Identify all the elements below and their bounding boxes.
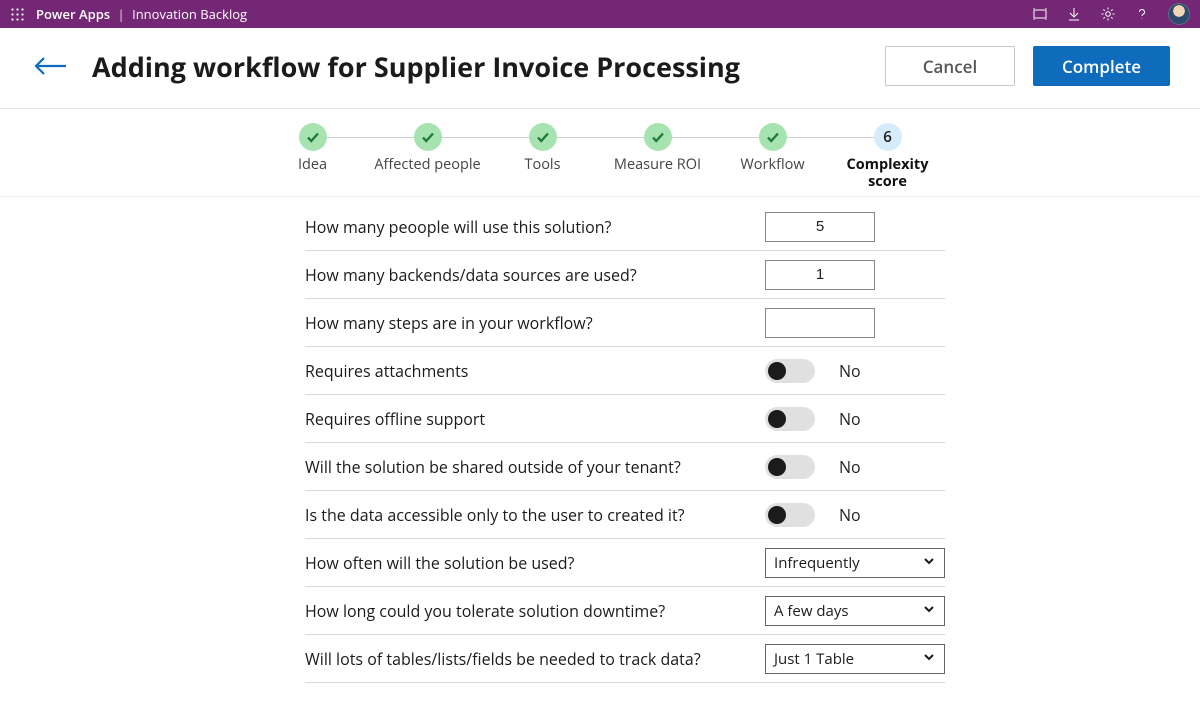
step-label: Tools [485, 157, 600, 174]
row-shared-outside: Will the solution be shared outside of y… [305, 443, 945, 491]
step-complexity-score[interactable]: 6 Complexity score [830, 123, 945, 190]
tables-select[interactable]: Just 1 Table [765, 644, 945, 674]
backends-input[interactable] [765, 260, 875, 290]
gear-icon[interactable] [1100, 6, 1116, 22]
header-actions: Cancel Complete [885, 46, 1170, 86]
app-topbar: Power Apps | Innovation Backlog [0, 0, 1200, 28]
question-label: Will lots of tables/lists/fields be need… [305, 648, 765, 670]
step-measure-roi[interactable]: Measure ROI [600, 123, 715, 190]
row-downtime: How long could you tolerate solution dow… [305, 587, 945, 635]
step-tools[interactable]: Tools [485, 123, 600, 190]
topbar-page-label: Innovation Backlog [132, 5, 247, 23]
topbar-app-name: Power Apps | Innovation Backlog [36, 5, 247, 23]
topbar-app-label: Power Apps [36, 5, 110, 23]
chevron-down-icon [922, 601, 936, 621]
row-private-data: Is the data accessible only to the user … [305, 491, 945, 539]
row-tables: Will lots of tables/lists/fields be need… [305, 635, 945, 683]
step-workflow[interactable]: Workflow [715, 123, 830, 190]
private-data-toggle[interactable] [765, 503, 815, 527]
toggle-value-label: No [839, 504, 861, 526]
check-icon [299, 123, 327, 151]
chevron-down-icon [922, 553, 936, 573]
toggle-value-label: No [839, 360, 861, 382]
downtime-select[interactable]: A few days [765, 596, 945, 626]
step-label: Workflow [715, 157, 830, 174]
question-label: How long could you tolerate solution dow… [305, 600, 765, 622]
check-icon [759, 123, 787, 151]
topbar-right [1032, 3, 1190, 25]
chevron-down-icon [922, 649, 936, 669]
steps-input[interactable] [765, 308, 875, 338]
offline-toggle[interactable] [765, 407, 815, 431]
question-label: How many backends/data sources are used? [305, 264, 765, 286]
row-backends: How many backends/data sources are used? [305, 251, 945, 299]
question-label: Is the data accessible only to the user … [305, 504, 765, 526]
back-arrow-icon[interactable] [30, 52, 70, 80]
cancel-button[interactable]: Cancel [885, 46, 1015, 86]
row-frequency: How often will the solution be used? Inf… [305, 539, 945, 587]
select-value: Just 1 Table [774, 649, 854, 669]
row-attachments: Requires attachments No [305, 347, 945, 395]
step-label: Complexity score [830, 157, 945, 190]
check-icon [529, 123, 557, 151]
frequency-select[interactable]: Infrequently [765, 548, 945, 578]
select-value: A few days [774, 601, 849, 621]
attachments-toggle[interactable] [765, 359, 815, 383]
avatar[interactable] [1168, 3, 1190, 25]
step-affected-people[interactable]: Affected people [370, 123, 485, 190]
step-label: Idea [255, 157, 370, 174]
topbar-separator: | [118, 5, 125, 23]
topbar-left: Power Apps | Innovation Backlog [10, 5, 247, 23]
question-label: Requires attachments [305, 360, 765, 382]
question-label: How often will the solution be used? [305, 552, 765, 574]
check-icon [644, 123, 672, 151]
page-header: Adding workflow for Supplier Invoice Pro… [0, 28, 1200, 109]
question-label: Requires offline support [305, 408, 765, 430]
step-label: Affected people [370, 157, 485, 174]
page-title: Adding workflow for Supplier Invoice Pro… [92, 48, 740, 85]
waffle-icon[interactable] [10, 7, 24, 21]
complete-button[interactable]: Complete [1033, 46, 1170, 86]
step-label: Measure ROI [600, 157, 715, 174]
toggle-value-label: No [839, 456, 861, 478]
complexity-form: How many peoople will use this solution?… [0, 197, 1200, 703]
select-value: Infrequently [774, 553, 860, 573]
header-left: Adding workflow for Supplier Invoice Pro… [30, 48, 740, 85]
shared-outside-toggle[interactable] [765, 455, 815, 479]
download-icon[interactable] [1066, 6, 1082, 22]
row-users: How many peoople will use this solution? [305, 203, 945, 251]
users-input[interactable] [765, 212, 875, 242]
step-number-badge: 6 [874, 123, 902, 151]
step-idea[interactable]: Idea [255, 123, 370, 190]
wizard-stepper: Idea Affected people Tools Measure ROI W… [0, 109, 1200, 197]
row-steps: How many steps are in your workflow? [305, 299, 945, 347]
toggle-value-label: No [839, 408, 861, 430]
row-offline: Requires offline support No [305, 395, 945, 443]
question-label: Will the solution be shared outside of y… [305, 456, 765, 478]
fit-icon[interactable] [1032, 6, 1048, 22]
help-icon[interactable] [1134, 6, 1150, 22]
check-icon [414, 123, 442, 151]
question-label: How many steps are in your workflow? [305, 312, 765, 334]
question-label: How many peoople will use this solution? [305, 216, 765, 238]
